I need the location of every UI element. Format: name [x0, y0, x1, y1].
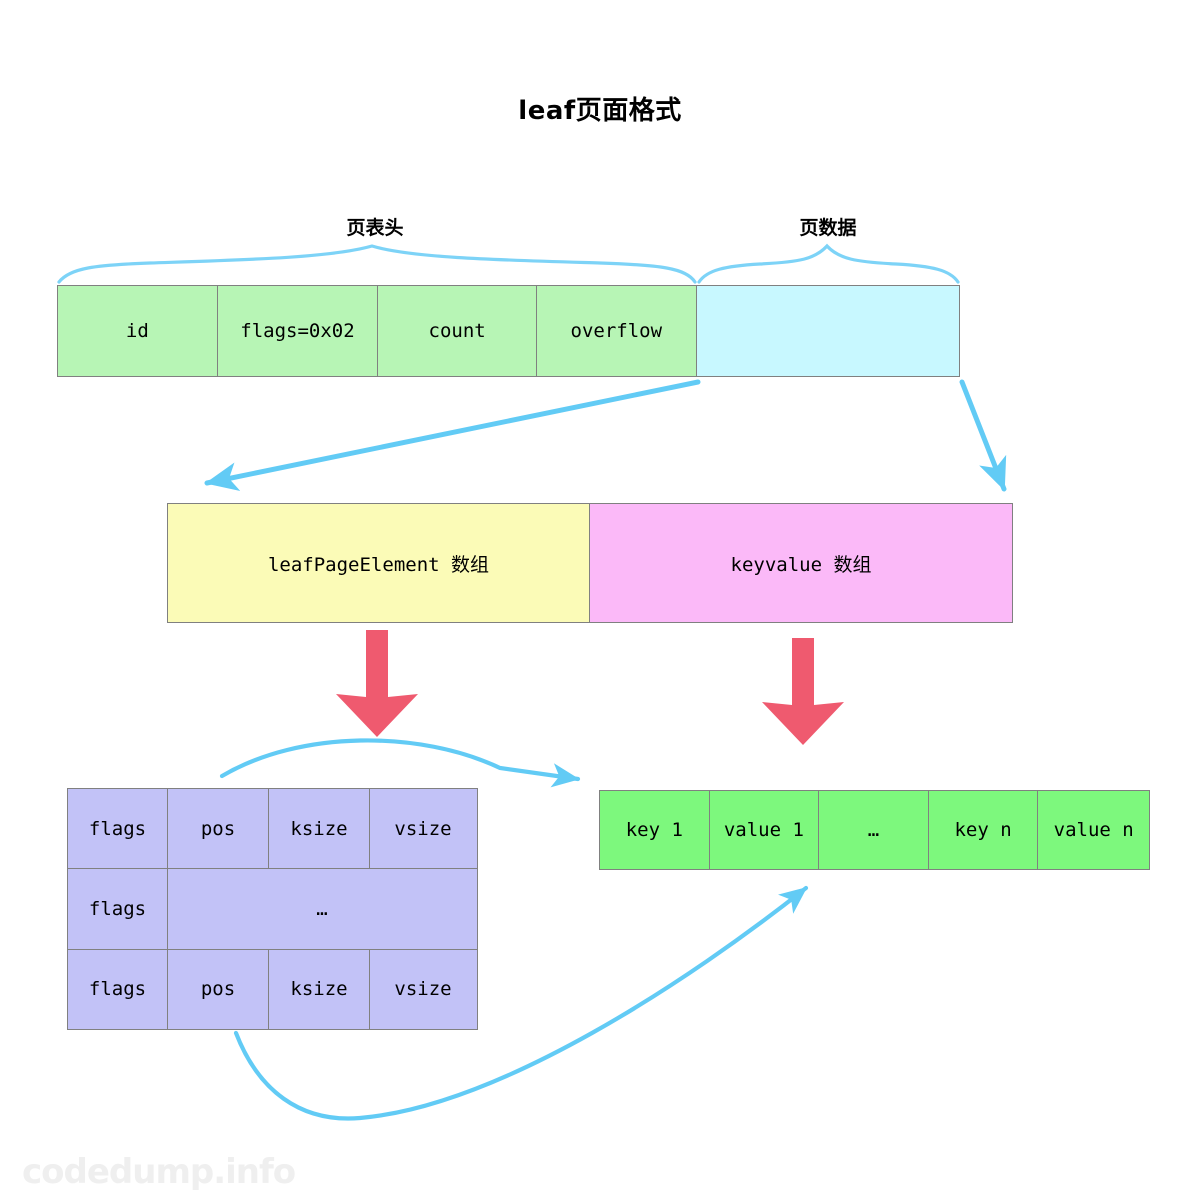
kv-cell-value-1: value 1: [709, 791, 820, 869]
cell-ksize: ksize: [269, 789, 370, 869]
kv-cell-key-n: key n: [928, 791, 1039, 869]
page-cell-flags: flags=0x02: [217, 286, 379, 376]
cell-flags: flags: [68, 869, 168, 949]
brace-label-page-header: 页表头: [346, 217, 404, 239]
keyvalue-array-cell: keyvalue 数组: [590, 504, 1012, 622]
page-cell-overflow: overflow: [536, 286, 697, 376]
table-row: flags pos ksize vsize: [68, 949, 477, 1029]
leafpageelement-array-cell: leafPageElement 数组: [168, 504, 590, 622]
page-data-split-row: leafPageElement 数组 keyvalue 数组: [167, 503, 1013, 623]
page-title: leaf页面格式: [518, 96, 682, 126]
cell-vsize: vsize: [394, 978, 452, 1001]
cell-flags: flags: [68, 949, 168, 1029]
cell-flags: flags: [68, 789, 168, 869]
kv-cell-ellipsis: …: [819, 791, 929, 869]
kv-cell-value-n: value n: [1038, 791, 1149, 869]
cell-pos: pos: [168, 789, 269, 869]
page-cell-id: id: [58, 286, 218, 376]
arrow-down-keyvalue-detail: [762, 638, 844, 745]
brace-label-page-data: 页数据: [799, 217, 857, 239]
leafpageelement-detail-table: flags pos ksize vsize flags … flags pos …: [67, 788, 478, 1030]
cell-ksize: ksize: [269, 949, 370, 1029]
keyvalue-detail-row: key 1 value 1 … key n value n: [599, 790, 1150, 870]
cell-pos: pos: [168, 949, 269, 1029]
arrow-down-element-detail: [336, 630, 418, 737]
kv-cell-key-1: key 1: [600, 791, 710, 869]
table-row: flags pos ksize vsize: [68, 789, 477, 870]
arrow-to-keyvalue-array: [959, 379, 1007, 492]
cell-vsize: vsize: [394, 817, 452, 840]
page-layout-row: id flags=0x02 count overflow: [57, 285, 960, 377]
page-cell-count: count: [378, 286, 537, 376]
diagram-canvas: leaf页面格式 页表头 页数据 id flags=0x02 count ove…: [0, 0, 1200, 1200]
table-row: flags …: [68, 869, 477, 950]
brace-page-header: [57, 244, 697, 284]
cell-ellipsis: …: [316, 897, 328, 920]
watermark: codedump.info: [22, 1152, 296, 1192]
brace-page-data: [697, 243, 960, 284]
page-cell-data: [696, 286, 959, 376]
arrow-curve-top: [219, 738, 581, 788]
arrow-to-element-array: [204, 379, 701, 491]
